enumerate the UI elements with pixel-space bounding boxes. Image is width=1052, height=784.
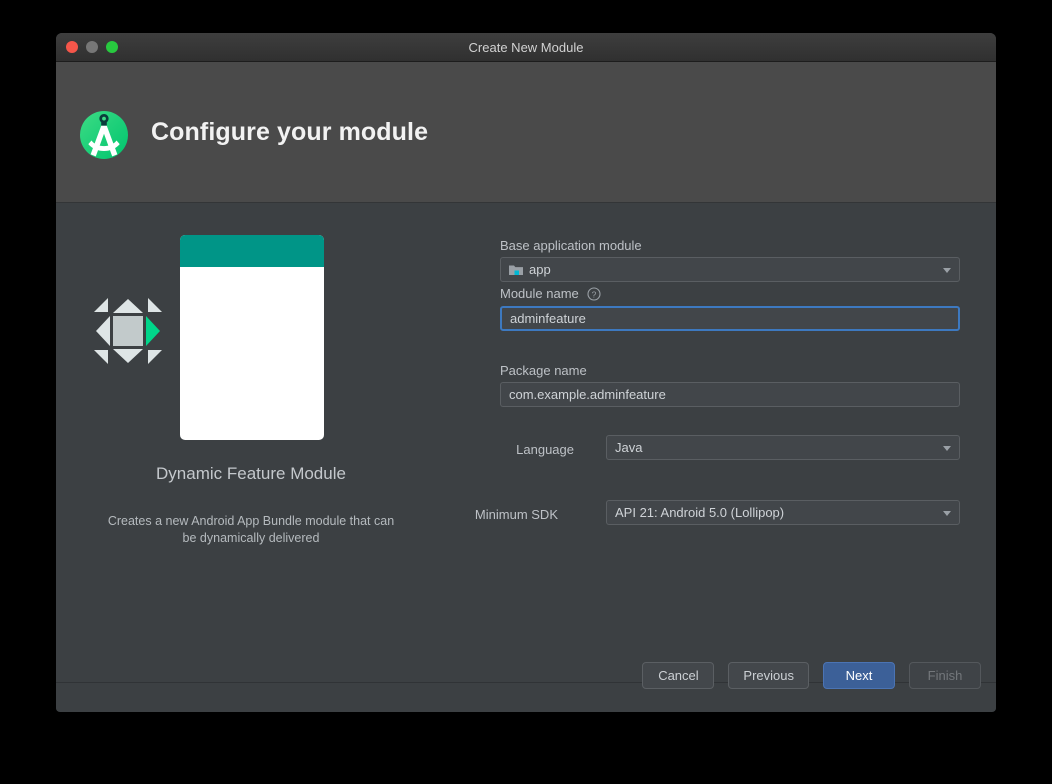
cancel-button[interactable]: Cancel — [642, 662, 715, 689]
package-name-label: Package name — [500, 363, 587, 378]
module-name-value: adminfeature — [510, 311, 586, 326]
module-name-label: Module name ? — [500, 286, 601, 304]
minimum-sdk-dropdown[interactable]: API 21: Android 5.0 (Lollipop) — [606, 500, 960, 525]
wizard-body: Dynamic Feature Module Creates a new And… — [56, 203, 996, 682]
minimum-sdk-label: Minimum SDK — [474, 507, 558, 522]
language-dropdown[interactable]: Java — [606, 435, 960, 460]
module-preview-card — [180, 235, 324, 440]
next-button[interactable]: Next — [823, 662, 895, 689]
base-module-dropdown[interactable]: app — [500, 257, 960, 282]
window-titlebar[interactable]: Create New Module — [56, 33, 996, 62]
module-name-label-text: Module name — [500, 286, 579, 301]
base-module-label: Base application module — [500, 238, 642, 253]
module-type-description: Creates a new Android App Bundle module … — [107, 514, 395, 545]
chevron-down-icon — [943, 267, 951, 273]
chevron-down-icon — [943, 445, 951, 451]
previous-button[interactable]: Previous — [728, 662, 809, 689]
package-name-input[interactable]: com.example.adminfeature — [500, 382, 960, 407]
folder-icon — [509, 264, 523, 276]
minimum-sdk-value: API 21: Android 5.0 (Lollipop) — [615, 505, 785, 520]
illustration-panel: Dynamic Feature Module Creates a new And… — [56, 203, 446, 682]
module-name-input[interactable]: adminfeature — [500, 306, 960, 331]
base-module-value: app — [529, 262, 551, 277]
svg-text:?: ? — [592, 289, 597, 299]
desktop-background: Create New Module Configure your module … — [0, 0, 1052, 784]
create-new-module-dialog: Create New Module Configure your module … — [56, 33, 996, 712]
window-title: Create New Module — [468, 40, 584, 55]
page-title: Configure your module — [151, 118, 429, 146]
card-header-bar — [180, 235, 324, 267]
module-form: Base application module app Module name — [446, 203, 996, 682]
help-circle-icon[interactable]: ? — [587, 287, 601, 304]
language-label: Language — [516, 442, 574, 457]
finish-button: Finish — [909, 662, 981, 689]
android-studio-logo-icon — [78, 107, 130, 163]
language-value: Java — [615, 440, 643, 455]
footer-button-group: Cancel Previous Next Finish — [642, 662, 981, 689]
package-name-value: com.example.adminfeature — [509, 387, 666, 402]
wizard-header: Configure your module — [56, 62, 996, 203]
chevron-down-icon — [943, 510, 951, 516]
dynamic-feature-module-glyph-icon — [90, 296, 166, 366]
wizard-footer: Cancel Previous Next Finish — [56, 662, 996, 711]
module-type-title: Dynamic Feature Module — [156, 464, 346, 483]
